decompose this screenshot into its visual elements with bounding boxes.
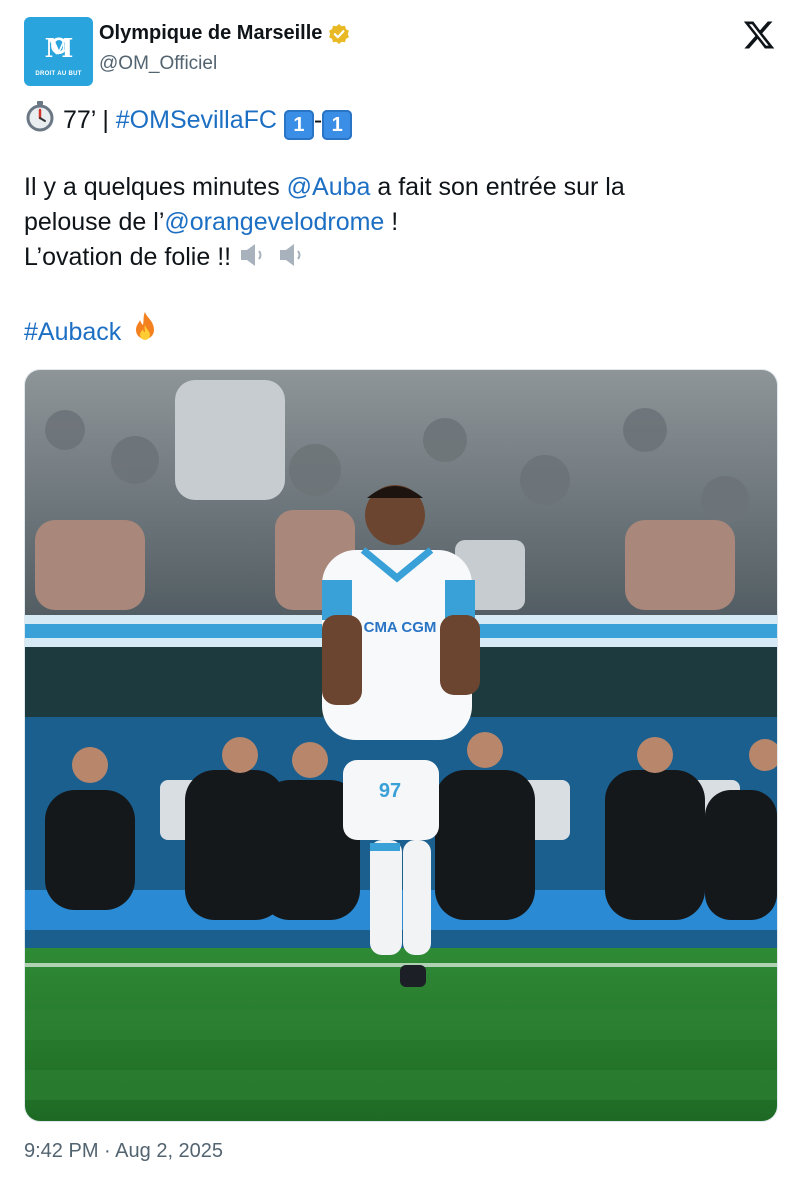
- tweet-header: M O DROIT AU BUT Olympique de Marseille …: [24, 16, 776, 88]
- score-line: 77’ | #OMSevillaFC 1-1: [24, 100, 776, 140]
- post-date[interactable]: Aug 2, 2025: [115, 1140, 223, 1162]
- score-away: 1: [322, 110, 353, 140]
- shirt-number: 97: [379, 780, 401, 802]
- text-segment: a fait son entrée sur la: [370, 173, 625, 201]
- tweet-text: 77’ | #OMSevillaFC 1-1 Il y a quelques m…: [24, 100, 776, 346]
- x-logo-icon[interactable]: [742, 18, 776, 52]
- text-segment: L’ovation de folie !!: [24, 243, 232, 271]
- mention-stadium[interactable]: @orangevelodrome: [164, 208, 384, 236]
- score-home: 1: [283, 110, 314, 140]
- text-line-3: L’ovation de folie !!: [24, 240, 776, 275]
- avatar[interactable]: M O DROIT AU BUT: [24, 17, 93, 86]
- shirt-sponsor: CMA CGM: [364, 619, 437, 636]
- timestamp-separator: ·: [104, 1140, 111, 1162]
- post-time[interactable]: 9:42 PM: [24, 1140, 98, 1162]
- text-segment: Il y a quelques minutes: [24, 173, 287, 201]
- match-hashtag[interactable]: #OMSevillaFC: [116, 106, 277, 134]
- text-line-2: pelouse de l’@orangevelodrome !: [24, 205, 776, 240]
- verified-badge-icon: [329, 23, 350, 44]
- text-segment: pelouse de l’: [24, 208, 165, 236]
- display-name-row: Olympique de Marseille: [99, 22, 350, 45]
- speaker-icon: [280, 244, 301, 266]
- stopwatch-icon: [26, 101, 54, 132]
- svg-text:O: O: [50, 34, 66, 58]
- fire-icon: [136, 312, 155, 340]
- avatar-motto: DROIT AU BUT: [35, 70, 82, 77]
- speaker-icon: [241, 244, 262, 266]
- mention-player[interactable]: @Auba: [287, 173, 371, 201]
- tweet-photo[interactable]: CMA CGM 97: [24, 369, 778, 1122]
- score-separator: -: [313, 106, 323, 134]
- text-segment: !: [384, 208, 399, 236]
- account-handle[interactable]: @OM_Officiel: [99, 53, 350, 75]
- timestamp: 9:42 PM · Aug 2, 2025: [24, 1140, 223, 1163]
- account-names: Olympique de Marseille @OM_Officiel: [99, 22, 350, 75]
- match-minute: 77’ |: [62, 106, 109, 134]
- display-name[interactable]: Olympique de Marseille: [99, 22, 322, 45]
- hashtag-line: #Auback: [24, 310, 776, 346]
- om-logo-icon: M O: [44, 33, 73, 64]
- text-line-1: Il y a quelques minutes @Auba a fait son…: [24, 170, 776, 205]
- hashtag-auback[interactable]: #Auback: [24, 318, 121, 346]
- photo-illustration: CMA CGM 97: [25, 370, 777, 1121]
